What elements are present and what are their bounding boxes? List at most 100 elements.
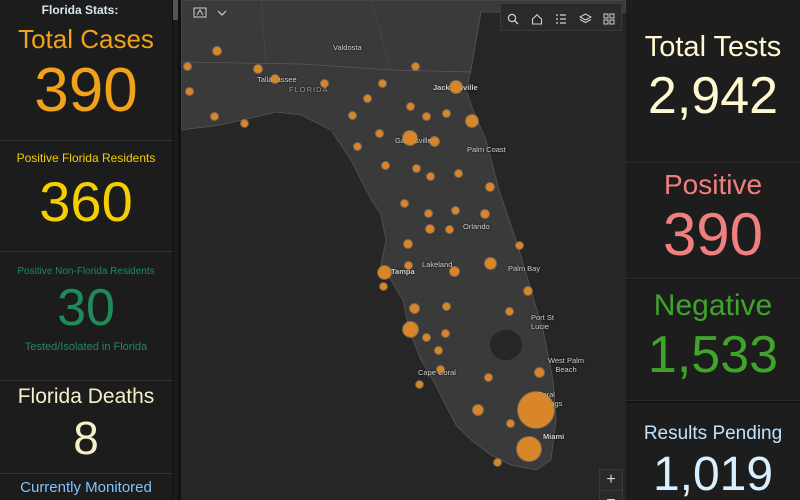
case-marker[interactable] bbox=[423, 113, 430, 120]
case-marker[interactable] bbox=[403, 131, 417, 145]
case-marker[interactable] bbox=[364, 95, 371, 102]
total-tests-card: Total Tests 2,942 bbox=[626, 0, 800, 163]
case-marker[interactable] bbox=[506, 308, 513, 315]
layers-icon[interactable] bbox=[574, 8, 596, 30]
case-marker[interactable] bbox=[184, 63, 191, 70]
positive-nonres-card: Positive Non-Florida Residents 30 Tested… bbox=[0, 252, 172, 381]
case-marker[interactable] bbox=[517, 437, 541, 461]
case-marker[interactable] bbox=[450, 81, 462, 93]
basemap-gallery-icon[interactable] bbox=[598, 8, 620, 30]
deaths-value: 8 bbox=[73, 412, 99, 464]
stats-header: Florida Stats: bbox=[41, 3, 119, 17]
total-tests-label: Total Tests bbox=[644, 31, 782, 63]
case-marker[interactable] bbox=[413, 165, 420, 172]
monitored-card: Currently Monitored bbox=[0, 474, 172, 500]
case-marker[interactable] bbox=[376, 130, 383, 137]
positive-residents-label: Positive Florida Residents bbox=[16, 151, 156, 165]
lake-okeechobee bbox=[490, 330, 522, 360]
case-marker[interactable] bbox=[423, 334, 430, 341]
deaths-label: Florida Deaths bbox=[17, 385, 155, 408]
positive-card: Positive 390 bbox=[626, 164, 800, 279]
map-toolbar-right bbox=[500, 3, 622, 31]
left-stats-panel: Florida Stats: Total Cases 390 Positive … bbox=[0, 0, 172, 500]
monitored-label: Currently Monitored bbox=[20, 479, 152, 496]
map-label-orlando: Orlando bbox=[463, 222, 490, 231]
case-marker[interactable] bbox=[494, 459, 501, 466]
positive-nonres-value: 30 bbox=[57, 279, 115, 337]
case-marker[interactable] bbox=[450, 267, 459, 276]
florida-map[interactable]: Valdosta Tallahassee FLORIDA Jacksonvill… bbox=[181, 0, 626, 500]
map-label-valdosta: Valdosta bbox=[333, 43, 362, 52]
case-marker[interactable] bbox=[485, 258, 496, 269]
case-marker[interactable] bbox=[486, 183, 494, 191]
case-marker[interactable] bbox=[518, 392, 554, 428]
case-marker[interactable] bbox=[443, 303, 450, 310]
case-marker[interactable] bbox=[446, 226, 453, 233]
case-marker[interactable] bbox=[524, 287, 532, 295]
case-marker[interactable] bbox=[410, 304, 419, 313]
case-marker[interactable] bbox=[405, 262, 412, 269]
case-marker[interactable] bbox=[416, 381, 423, 388]
case-marker[interactable] bbox=[254, 65, 262, 73]
case-marker[interactable] bbox=[354, 143, 361, 150]
case-marker[interactable] bbox=[382, 162, 389, 169]
map-select-icon[interactable] bbox=[189, 2, 211, 24]
case-marker[interactable] bbox=[378, 266, 391, 279]
case-marker[interactable] bbox=[516, 242, 523, 249]
case-marker[interactable] bbox=[241, 120, 248, 127]
positive-label: Positive bbox=[663, 169, 763, 200]
zoom-controls: + − bbox=[599, 469, 623, 500]
case-marker[interactable] bbox=[535, 368, 544, 377]
negative-label: Negative bbox=[653, 289, 773, 322]
case-marker[interactable] bbox=[507, 420, 514, 427]
positive-value: 390 bbox=[662, 201, 764, 268]
case-marker[interactable] bbox=[455, 170, 462, 177]
case-marker[interactable] bbox=[403, 322, 418, 337]
case-marker[interactable] bbox=[466, 115, 478, 127]
case-marker[interactable] bbox=[430, 137, 439, 146]
case-marker[interactable] bbox=[473, 405, 483, 415]
case-marker[interactable] bbox=[427, 173, 434, 180]
case-marker[interactable] bbox=[404, 240, 412, 248]
case-marker[interactable] bbox=[401, 200, 408, 207]
case-marker[interactable] bbox=[435, 347, 442, 354]
legend-list-icon[interactable] bbox=[550, 8, 572, 30]
map-label-tampa: Tampa bbox=[391, 267, 415, 276]
case-marker[interactable] bbox=[481, 210, 489, 218]
case-marker[interactable] bbox=[425, 210, 432, 217]
map-label-west-palm-beach: West Palm Beach bbox=[547, 356, 585, 374]
case-marker[interactable] bbox=[437, 366, 444, 373]
total-cases-card: Total Cases 390 bbox=[0, 18, 172, 141]
case-marker[interactable] bbox=[485, 374, 492, 381]
case-marker[interactable] bbox=[271, 75, 279, 83]
search-icon[interactable] bbox=[502, 8, 524, 30]
map-label-lakeland: Lakeland bbox=[422, 260, 453, 269]
case-marker[interactable] bbox=[349, 112, 356, 119]
zoom-out-button[interactable]: − bbox=[600, 491, 622, 500]
case-marker[interactable] bbox=[186, 88, 193, 95]
case-marker[interactable] bbox=[380, 283, 387, 290]
case-marker[interactable] bbox=[213, 47, 221, 55]
case-marker[interactable] bbox=[412, 63, 419, 70]
case-marker[interactable] bbox=[379, 80, 386, 87]
case-marker[interactable] bbox=[443, 110, 450, 117]
positive-nonres-label: Positive Non-Florida Residents bbox=[17, 266, 155, 277]
chevron-down-icon[interactable] bbox=[211, 2, 233, 24]
case-marker[interactable] bbox=[426, 225, 434, 233]
case-marker[interactable] bbox=[442, 330, 449, 337]
negative-card: Negative 1,533 bbox=[626, 280, 800, 401]
total-cases-value: 390 bbox=[34, 56, 138, 125]
case-marker[interactable] bbox=[452, 207, 459, 214]
case-marker[interactable] bbox=[211, 113, 218, 120]
pending-value: 1,019 bbox=[652, 448, 774, 500]
left-panel-scrollbar[interactable] bbox=[173, 0, 178, 500]
case-marker[interactable] bbox=[407, 103, 414, 110]
map-label-palm-coast: Palm Coast bbox=[467, 145, 506, 154]
case-marker[interactable] bbox=[321, 80, 328, 87]
total-cases-label: Total Cases bbox=[18, 24, 154, 54]
total-tests-value: 2,942 bbox=[647, 67, 779, 125]
right-stats-panel: Total Tests 2,942 Positive 390 Negative … bbox=[626, 0, 800, 500]
zoom-in-button[interactable]: + bbox=[600, 470, 622, 491]
home-icon[interactable] bbox=[526, 8, 548, 30]
map-canvas bbox=[181, 0, 626, 500]
